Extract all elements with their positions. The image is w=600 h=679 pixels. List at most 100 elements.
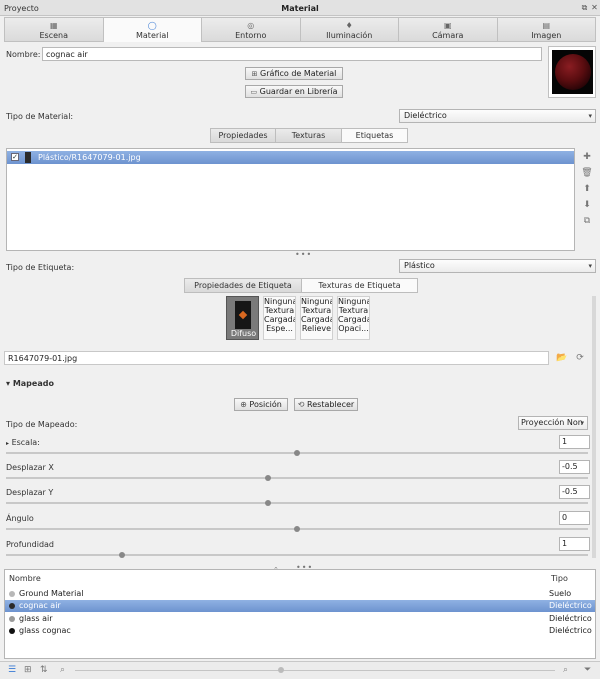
texture-slot-label: Difuso	[230, 329, 257, 338]
zoom-in-icon[interactable]: ⌕	[563, 665, 568, 675]
material-type-value: Dieléctrico	[404, 111, 447, 120]
tab-label: Entorno	[235, 31, 267, 40]
tab-label: Escena	[39, 31, 68, 40]
save-library-label: Guardar en Librería	[259, 87, 338, 96]
tab-camara[interactable]: ▣ Cámara	[399, 17, 498, 42]
texture-line: Espe...	[266, 324, 293, 333]
name-input[interactable]: cognac air	[42, 47, 542, 61]
tab-propiedades[interactable]: Propiedades	[210, 128, 276, 143]
tab-label-properties[interactable]: Propiedades de Etiqueta	[184, 278, 302, 293]
save-library-button[interactable]: ▭ Guardar en Librería	[245, 85, 343, 98]
material-name: glass cognac	[19, 626, 71, 635]
tab-label: Cámara	[432, 31, 464, 40]
table-row[interactable]: cognac air Dieléctrico	[5, 600, 595, 612]
mapping-type-select[interactable]: Proyección Non ▾	[518, 416, 588, 430]
mapping-fields: ▸ Escala: 1 Desplazar X -0.5 Desplazar Y…	[4, 434, 592, 562]
position-label: Posición	[249, 400, 282, 409]
image-icon: ▤	[542, 21, 551, 30]
bump-texture-slot[interactable]: Ninguna Textura Cargada Relieve	[300, 296, 333, 340]
copy-icon[interactable]: ⧉	[581, 215, 593, 227]
chevron-down-icon: ▾	[588, 112, 592, 120]
angle-slider[interactable]	[6, 526, 588, 532]
material-type-select[interactable]: Dieléctrico ▾	[399, 109, 596, 123]
refresh-icon: ⟲	[297, 400, 305, 409]
material-name: cognac air	[19, 601, 61, 610]
scrollbar[interactable]	[592, 296, 596, 558]
float-icon[interactable]: ⧉	[580, 3, 589, 12]
offset-x-slider[interactable]	[6, 475, 588, 481]
angle-input[interactable]: 0	[559, 511, 590, 525]
zoom-out-icon[interactable]: ⌕	[60, 665, 65, 675]
opacity-texture-slot[interactable]: Ninguna Textura Cargada Opaci...	[337, 296, 370, 340]
specular-texture-slot[interactable]: Ninguna Textura Cargada Espe...	[263, 296, 296, 340]
angle-label: Ángulo	[6, 514, 34, 523]
tab-iluminacion[interactable]: ♦ Iluminación	[300, 17, 399, 42]
chevron-down-icon: ▾	[580, 419, 584, 427]
position-button[interactable]: ⊕ Posición	[234, 398, 288, 411]
labels-list[interactable]: ✓ Plástico/R1647079-01.jpg	[6, 148, 575, 251]
table-row[interactable]: glass air Dieléctrico	[5, 613, 595, 625]
close-icon[interactable]: ✕	[590, 3, 599, 12]
main-tabs: ▦ Escena ◯ Material ◎ Entorno ♦ Iluminac…	[4, 17, 596, 42]
depth-input[interactable]: 1	[559, 537, 590, 551]
slider-knob[interactable]	[264, 500, 271, 506]
tab-etiquetas[interactable]: Etiquetas	[342, 128, 408, 143]
table-row[interactable]: Ground Material Suelo	[5, 588, 595, 600]
move-down-icon[interactable]: ⬇	[581, 199, 593, 211]
zoom-knob[interactable]	[278, 667, 284, 673]
tab-material[interactable]: ◯ Material	[103, 17, 202, 42]
scale-input[interactable]: 1	[559, 435, 590, 449]
texture-line: Cargada	[301, 315, 333, 324]
texture-line: Cargada	[264, 315, 296, 324]
environment-icon: ◎	[247, 21, 255, 30]
tab-escena[interactable]: ▦ Escena	[4, 17, 104, 42]
material-name: Ground Material	[19, 589, 84, 598]
tab-imagen[interactable]: ▤ Imagen	[497, 17, 596, 42]
list-view-icon[interactable]: ☰	[8, 665, 16, 675]
scale-slider[interactable]	[6, 450, 588, 456]
offset-y-input[interactable]: -0.5	[559, 485, 590, 499]
scale-label[interactable]: ▸ Escala:	[6, 438, 40, 447]
material-graph-label: Gráfico de Material	[260, 69, 337, 78]
reload-icon[interactable]: ⟳	[574, 352, 586, 364]
list-item[interactable]: ✓ Plástico/R1647079-01.jpg	[7, 151, 574, 164]
tab-entorno[interactable]: ◎ Entorno	[202, 17, 301, 42]
tab-texturas[interactable]: Texturas	[276, 128, 342, 143]
folder-icon[interactable]: 📂	[556, 352, 568, 364]
splitter-handle[interactable]: •••	[295, 250, 312, 259]
material-preview[interactable]	[548, 46, 596, 98]
slider-knob[interactable]	[264, 475, 271, 481]
table-row[interactable]: glass cognac Dieléctrico	[5, 625, 595, 637]
column-name-header[interactable]: Nombre	[9, 573, 41, 585]
move-up-icon[interactable]: ⬆	[581, 183, 593, 195]
diffuse-texture-slot[interactable]: Difuso	[226, 296, 259, 340]
depth-label: Profundidad	[6, 540, 55, 549]
column-type-header[interactable]: Tipo	[551, 573, 568, 585]
reset-button[interactable]: ⟲ Restablecer	[294, 398, 358, 411]
texture-file-input[interactable]: R1647079-01.jpg	[4, 351, 549, 365]
texture-line: Textura	[338, 306, 369, 315]
add-icon[interactable]: ✚	[581, 151, 593, 163]
delete-icon[interactable]: 🗑	[581, 167, 593, 179]
offset-y-slider[interactable]	[6, 500, 588, 506]
label-type-select[interactable]: Plástico ▾	[399, 259, 596, 273]
slider-knob[interactable]	[294, 450, 300, 456]
grid-view-icon[interactable]: ⊞	[24, 665, 32, 675]
slider-knob[interactable]	[294, 526, 300, 532]
material-name: glass air	[19, 614, 53, 623]
offset-x-input[interactable]: -0.5	[559, 460, 590, 474]
filter-icon[interactable]: ⏷	[584, 665, 591, 675]
material-graph-button[interactable]: ⊞ Gráfico de Material	[245, 67, 343, 80]
material-type: Suelo	[549, 589, 572, 598]
camera-icon: ▣	[443, 21, 452, 30]
tree-view-icon[interactable]: ⇅	[40, 665, 48, 675]
depth-slider[interactable]	[6, 552, 588, 558]
label-checkbox[interactable]: ✓	[11, 153, 19, 161]
texture-line: Ninguna	[338, 297, 370, 306]
zoom-slider[interactable]	[75, 667, 555, 673]
mapping-header[interactable]: ▾ Mapeado	[6, 379, 54, 388]
material-dot-icon	[9, 591, 15, 597]
slider-knob[interactable]	[119, 552, 126, 558]
tab-label-textures[interactable]: Texturas de Etiqueta	[302, 278, 418, 293]
material-panel: Nombre: cognac air ⊞ Gráfico de Material…	[4, 42, 596, 564]
